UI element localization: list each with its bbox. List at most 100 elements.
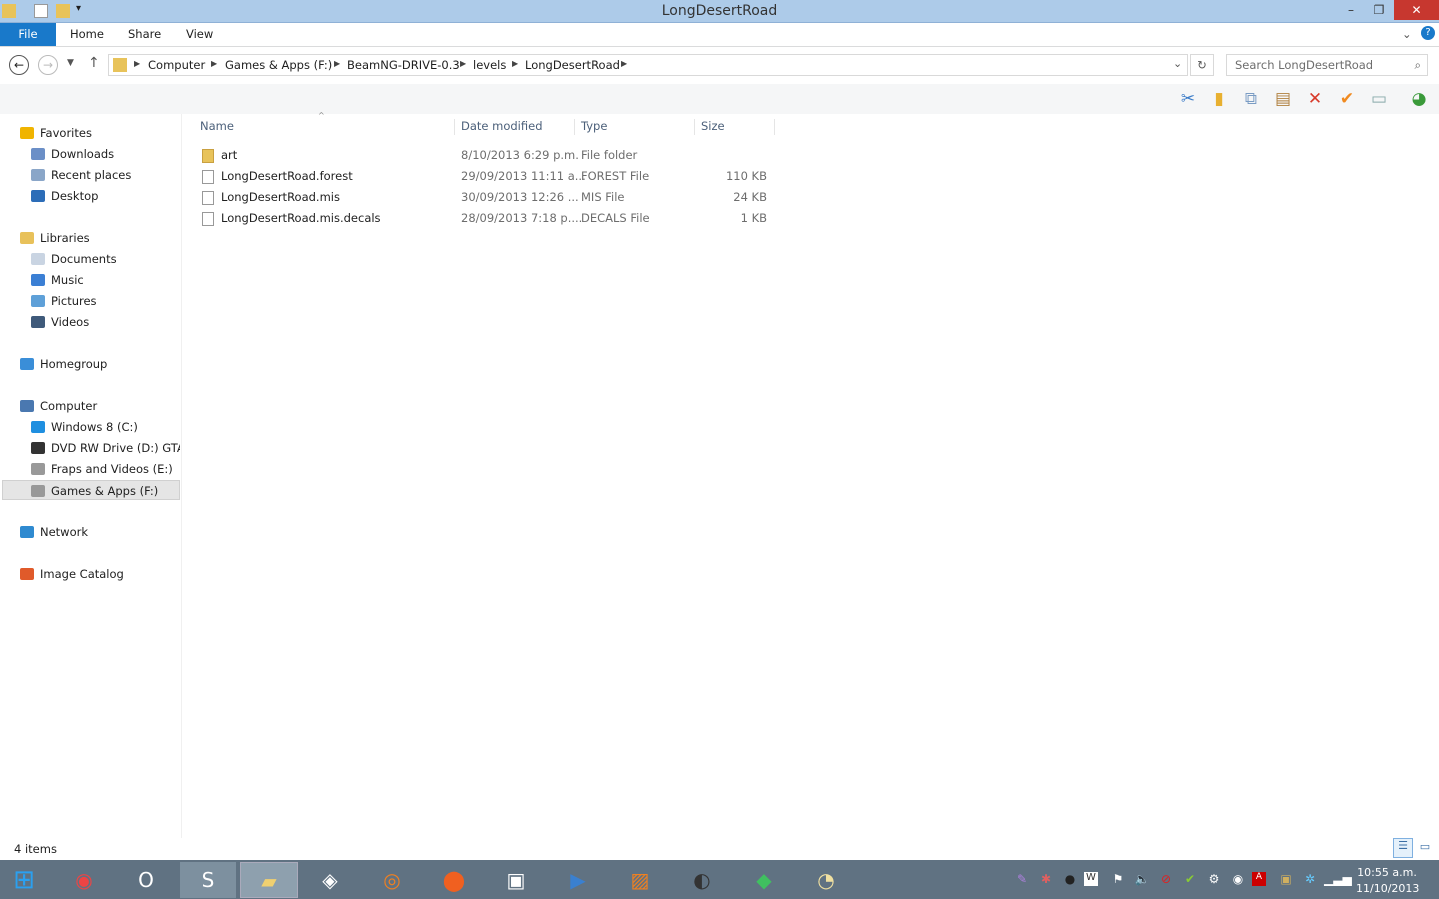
- nav-item-label: Image Catalog: [40, 567, 124, 581]
- file-row[interactable]: LongDesertRoad.mis.decals 28/09/2013 7:18…: [196, 208, 774, 229]
- cut-icon[interactable]: ✂: [1177, 88, 1199, 110]
- sims-icon[interactable]: ◆: [736, 862, 792, 898]
- ubuntu-one-icon[interactable]: ⬤: [426, 862, 482, 898]
- tray-network-app-icon[interactable]: ✱: [1036, 872, 1056, 886]
- tray-check-icon[interactable]: ✔: [1180, 872, 1200, 886]
- nav-item-videos[interactable]: Videos: [0, 312, 180, 332]
- nav-item-dvd-rw-drive-d-gta-i[interactable]: DVD RW Drive (D:) GTA I: [0, 438, 180, 458]
- close-button[interactable]: ✕: [1394, 0, 1439, 20]
- monitor-icon[interactable]: ▣: [488, 862, 544, 898]
- tray-signal-icon[interactable]: ▁▃▅: [1324, 872, 1352, 886]
- column-header-date[interactable]: Date modified: [455, 119, 575, 135]
- paste-icon[interactable]: ▤: [1272, 88, 1294, 110]
- chevron-right-icon[interactable]: ▶: [334, 59, 340, 68]
- nav-item-label: Videos: [51, 315, 90, 329]
- forward-button[interactable]: →: [38, 55, 58, 75]
- file-explorer-icon[interactable]: ▰: [240, 862, 298, 898]
- nav-item-recent-places[interactable]: Recent places: [0, 165, 180, 185]
- search-input[interactable]: Search LongDesertRoad ⌕: [1226, 54, 1428, 76]
- breadcrumb-drive[interactable]: Games & Apps (F:): [225, 58, 332, 72]
- nav-item-computer[interactable]: Computer: [0, 396, 180, 416]
- blender-icon[interactable]: ◎: [364, 862, 420, 898]
- help-icon[interactable]: ?: [1421, 26, 1435, 40]
- column-header-name[interactable]: Name ^: [194, 111, 455, 135]
- expand-ribbon-icon[interactable]: ⌄: [1402, 27, 1412, 41]
- chevron-right-icon[interactable]: ▶: [621, 59, 627, 68]
- address-dropdown-icon[interactable]: ⌄: [1173, 57, 1182, 70]
- tray-mouse-icon[interactable]: ●: [1060, 872, 1080, 886]
- tray-webcam-icon[interactable]: ◉: [1228, 872, 1248, 886]
- chevron-right-icon[interactable]: ▶: [460, 59, 466, 68]
- nav-item-pictures[interactable]: Pictures: [0, 291, 180, 311]
- nav-item-image-catalog[interactable]: Image Catalog: [0, 564, 180, 584]
- chevron-right-icon[interactable]: ▶: [134, 59, 140, 68]
- refresh-button[interactable]: ↻: [1190, 54, 1214, 76]
- tab-file[interactable]: File: [0, 23, 56, 46]
- tray-flag-icon[interactable]: ⚑: [1108, 872, 1128, 886]
- ribbon: File Home Share View ⌄ ?: [0, 23, 1439, 47]
- outlook-icon[interactable]: O: [118, 862, 174, 898]
- chrome-icon[interactable]: ◉: [56, 862, 112, 898]
- breadcrumb-levels[interactable]: levels: [473, 58, 506, 72]
- restore-button[interactable]: ❐: [1364, 0, 1394, 20]
- chevron-right-icon[interactable]: ▶: [211, 59, 217, 68]
- tab-view[interactable]: View: [174, 23, 225, 46]
- file-row[interactable]: art 8/10/2013 6:29 p.m. File folder: [196, 145, 774, 166]
- breadcrumb-beamng[interactable]: BeamNG-DRIVE-0.3: [347, 58, 460, 72]
- tray-volume-icon[interactable]: 🔈: [1132, 872, 1152, 886]
- tray-bluetooth-icon[interactable]: ✲: [1300, 872, 1320, 886]
- nav-item-windows-8-c[interactable]: Windows 8 (C:): [0, 417, 180, 437]
- start-button[interactable]: ⊞: [0, 862, 48, 898]
- delete-icon[interactable]: ✕: [1304, 88, 1326, 110]
- gimp-icon[interactable]: ◐: [674, 862, 730, 898]
- tray-feather-icon[interactable]: ✎: [1012, 872, 1032, 886]
- tray-w-icon[interactable]: W: [1084, 872, 1098, 886]
- address-bar[interactable]: ▶ Computer ▶ Games & Apps (F:) ▶ BeamNG-…: [108, 54, 1188, 76]
- minimize-button[interactable]: –: [1336, 0, 1366, 20]
- column-header-type[interactable]: Type: [575, 119, 695, 135]
- chevron-right-icon[interactable]: ▶: [512, 59, 518, 68]
- copy-icon[interactable]: ⧉: [1240, 88, 1262, 110]
- file-type: MIS File: [581, 190, 625, 204]
- large-icons-view-button[interactable]: ▭: [1417, 840, 1433, 856]
- nav-item-desktop[interactable]: Desktop: [0, 186, 180, 206]
- up-button[interactable]: ↑: [88, 55, 100, 71]
- breadcrumb-longdesertroad[interactable]: LongDesertRoad: [525, 58, 620, 72]
- nav-item-games-apps-f[interactable]: Games & Apps (F:): [2, 480, 180, 500]
- crysis-icon[interactable]: ◈: [302, 862, 358, 898]
- nav-item-homegroup[interactable]: Homegroup: [0, 354, 180, 374]
- tray-adobe-icon[interactable]: A: [1252, 872, 1266, 886]
- tab-share[interactable]: Share: [116, 23, 173, 46]
- properties-icon[interactable]: ▭: [1368, 88, 1390, 110]
- color-wheel-icon[interactable]: ◕: [1408, 88, 1430, 110]
- media-player-icon[interactable]: ▶: [550, 862, 606, 898]
- tray-blocked-icon[interactable]: ⊘: [1156, 872, 1176, 886]
- tray-steam-icon[interactable]: ⚙: [1204, 872, 1224, 886]
- rename-check-icon[interactable]: ✔: [1336, 88, 1358, 110]
- tab-home[interactable]: Home: [58, 23, 116, 46]
- recent-locations-icon[interactable]: ▼: [67, 58, 74, 68]
- tray-package-icon[interactable]: ▣: [1276, 872, 1296, 886]
- move-to-icon[interactable]: ▮: [1208, 88, 1230, 110]
- clock[interactable]: 10:55 a.m. 11/10/2013: [1356, 865, 1419, 897]
- title-bar: ▾ LongDesertRoad – ❐ ✕: [0, 0, 1439, 23]
- video-editor-icon[interactable]: ▨: [612, 862, 668, 898]
- nav-item-downloads[interactable]: Downloads: [0, 144, 180, 164]
- column-header-size[interactable]: Size: [695, 119, 775, 135]
- nav-item-favorites[interactable]: Favorites: [0, 123, 180, 143]
- paint-icon[interactable]: ◔: [798, 862, 854, 898]
- nav-item-documents[interactable]: Documents: [0, 249, 180, 269]
- back-button[interactable]: ←: [9, 55, 29, 75]
- nav-item-network[interactable]: Network: [0, 522, 180, 542]
- file-size: 1 KB: [740, 211, 767, 225]
- details-view-button[interactable]: ☰: [1393, 838, 1413, 858]
- nav-item-label: Computer: [40, 399, 98, 413]
- nav-item-label: Desktop: [51, 189, 99, 203]
- nav-item-libraries[interactable]: Libraries: [0, 228, 180, 248]
- file-row[interactable]: LongDesertRoad.mis 30/09/2013 12:26 ... MI…: [196, 187, 774, 208]
- nav-item-music[interactable]: Music: [0, 270, 180, 290]
- nav-item-fraps-and-videos-e[interactable]: Fraps and Videos (E:): [0, 459, 180, 479]
- skype-icon[interactable]: S: [180, 862, 236, 898]
- file-row[interactable]: LongDesertRoad.forest 29/09/2013 11:11 a.…: [196, 166, 774, 187]
- breadcrumb-computer[interactable]: Computer: [148, 58, 205, 72]
